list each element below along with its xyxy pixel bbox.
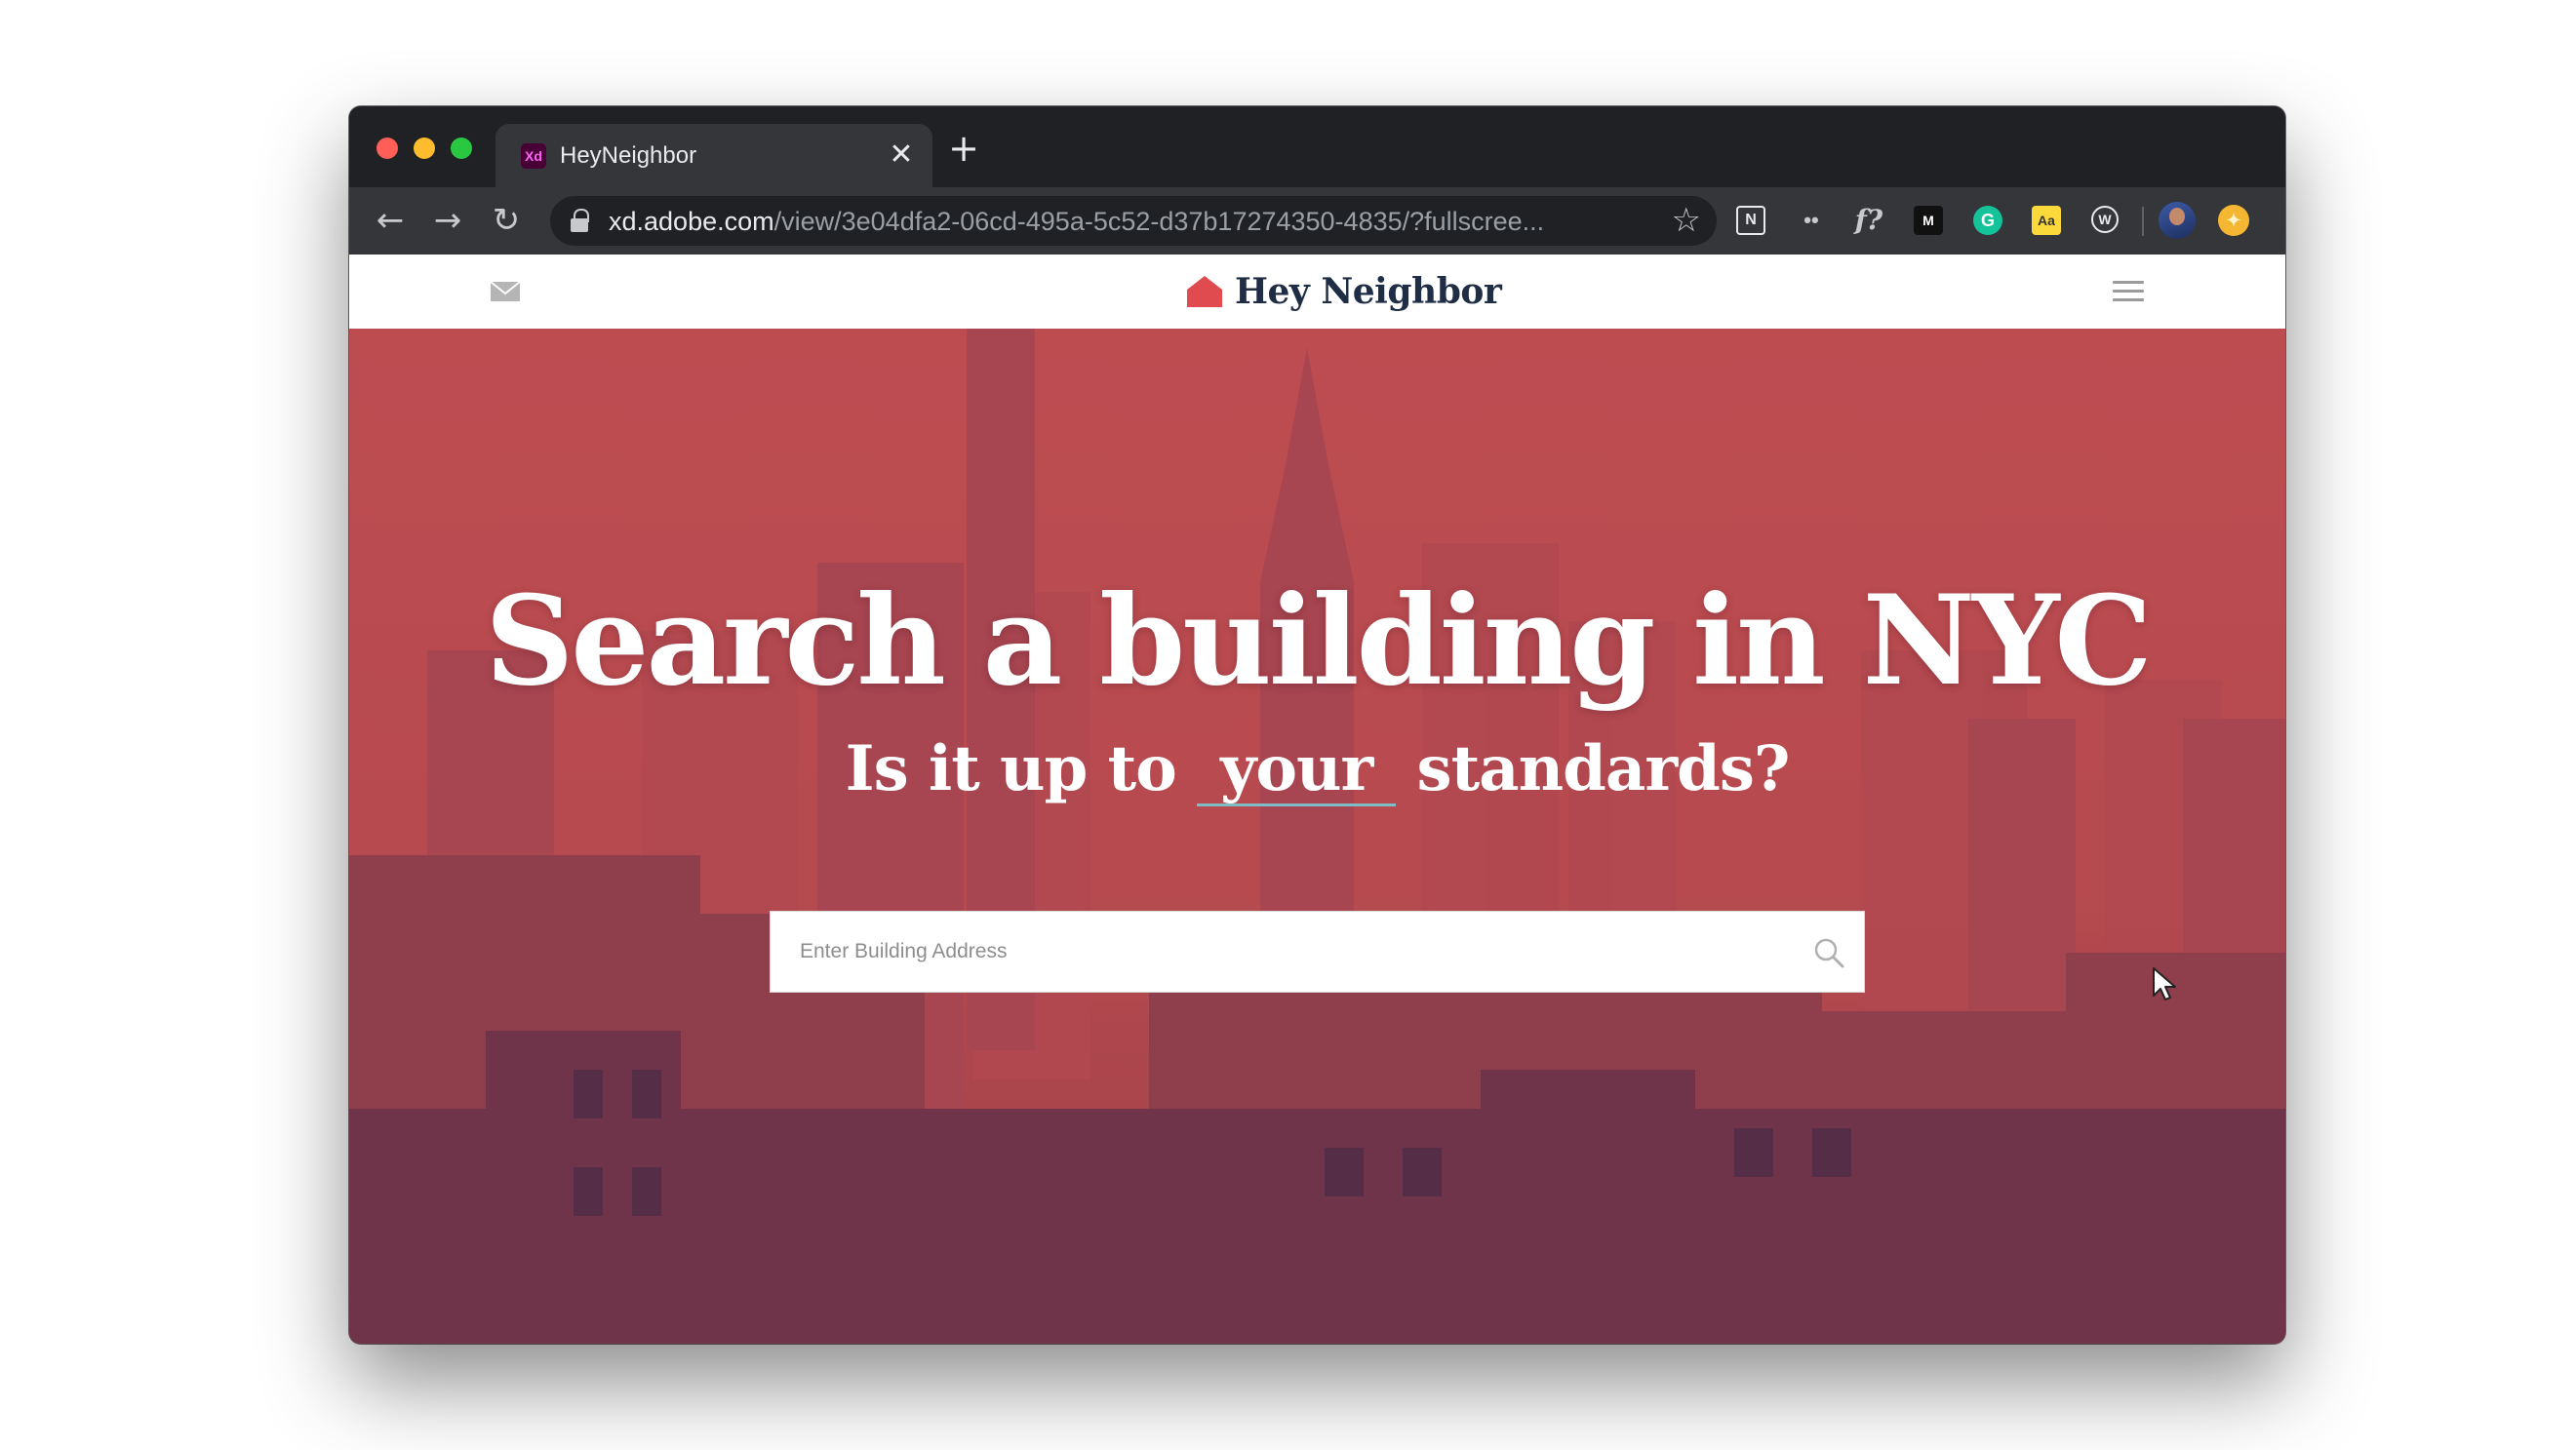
bookmark-star-icon[interactable]: ☆ — [1672, 202, 1701, 239]
grammarly-extension-icon[interactable]: G — [1973, 206, 2002, 235]
back-button[interactable]: ← — [371, 201, 410, 240]
page-viewport: Hey Neighbor Search a building in NYC Is… — [349, 255, 2285, 1344]
maximize-window-button[interactable] — [451, 137, 472, 159]
close-tab-icon[interactable]: ✕ — [884, 137, 919, 173]
hero-section: Search a building in NYC Is it up to you… — [349, 329, 2285, 1344]
toolbar-divider — [2142, 207, 2144, 236]
url-host: xd.adobe.com — [609, 207, 774, 236]
profile-avatar[interactable] — [2159, 202, 2196, 239]
search-icon[interactable] — [1813, 937, 1844, 968]
subtitle-blank-word: your — [1197, 735, 1397, 806]
subtitle-before: Is it up to — [845, 732, 1177, 805]
hamburger-menu-icon[interactable] — [2113, 281, 2144, 302]
url-text[interactable]: xd.adobe.com/view/3e04dfa2-06cd-495a-5c5… — [609, 207, 1544, 236]
building-search-bar — [770, 911, 1865, 993]
wordtune-extension-icon[interactable]: W — [2091, 206, 2119, 233]
browser-tab[interactable]: Xd HeyNeighbor ✕ — [495, 124, 932, 187]
lock-icon[interactable] — [570, 209, 589, 232]
mail-icon[interactable] — [490, 281, 521, 302]
browser-toolbar: ← → ↻ xd.adobe.com/view/3e04dfa2-06cd-49… — [349, 187, 2285, 255]
hero-title: Search a building in NYC — [485, 568, 2152, 713]
xd-favicon-icon: Xd — [521, 143, 546, 169]
url-path: /view/3e04dfa2-06cd-495a-5c52-d37b172743… — [773, 207, 1545, 236]
building-address-input[interactable] — [771, 912, 1864, 992]
new-tab-button[interactable]: + — [946, 130, 981, 167]
tab-title: HeyNeighbor — [560, 142, 697, 169]
dots-extension-icon[interactable]: •• — [1797, 206, 1826, 235]
function-extension-icon[interactable]: f? — [1854, 206, 1883, 235]
logo-text: Hey Neighbor — [1235, 271, 1502, 312]
notion-extension-icon[interactable]: N — [1736, 206, 1765, 235]
close-window-button[interactable] — [376, 137, 398, 159]
site-header: Hey Neighbor — [349, 255, 2285, 329]
hero-subtitle: Is it up to your standards? — [349, 730, 2285, 808]
subtitle-after: standards? — [1416, 732, 1791, 805]
mouse-cursor-icon — [2153, 967, 2176, 1000]
browser-window: Xd HeyNeighbor ✕ + ← → ↻ xd.adobe.com/vi… — [349, 106, 2285, 1344]
forward-button[interactable]: → — [428, 201, 467, 240]
minimize-window-button[interactable] — [414, 137, 435, 159]
medium-extension-icon[interactable]: M — [1914, 206, 1943, 235]
coin-extension-icon[interactable]: ✦ — [2218, 205, 2249, 236]
city-skyline-background — [349, 329, 2285, 1344]
address-bar[interactable]: xd.adobe.com/view/3e04dfa2-06cd-495a-5c5… — [550, 196, 1717, 246]
reload-button[interactable]: ↻ — [487, 201, 526, 240]
dictionary-extension-icon[interactable]: Aa — [2032, 206, 2061, 235]
site-logo[interactable]: Hey Neighbor — [1186, 270, 1502, 313]
house-logo-icon — [1187, 276, 1222, 307]
tab-strip: Xd HeyNeighbor ✕ + — [349, 106, 2285, 187]
